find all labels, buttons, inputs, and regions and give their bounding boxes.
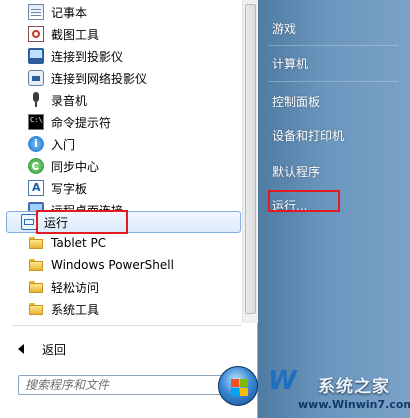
program-label: 轻松访问 — [51, 280, 100, 295]
scrollbar-thumb[interactable] — [245, 4, 256, 314]
back-arrow-icon — [18, 344, 24, 354]
program-label: 连接到网络投影仪 — [51, 71, 148, 86]
program-folder-windows-powershell[interactable]: Windows PowerShell — [14, 254, 240, 276]
program-label: Tablet PC — [51, 236, 107, 250]
back-label: 返回 — [42, 342, 67, 357]
left-pane-divider — [12, 325, 242, 326]
program-item-notepad[interactable]: 记事本 — [14, 1, 240, 23]
sync-center-icon — [28, 158, 44, 174]
windows-logo-icon — [240, 379, 248, 387]
run-icon — [21, 214, 37, 230]
program-label: 连接到投影仪 — [51, 49, 124, 64]
right-pane-divider — [268, 45, 398, 46]
program-item-network-projector[interactable]: 连接到网络投影仪 — [14, 67, 240, 89]
wordpad-icon — [28, 180, 44, 196]
program-item-sync-center[interactable]: 同步中心 — [14, 155, 240, 177]
network-projector-icon — [28, 70, 44, 86]
right-pane-divider — [268, 81, 398, 82]
watermark-url: www.Winwin7.com — [298, 398, 410, 411]
projector-icon — [28, 48, 44, 64]
windows-logo-icon — [240, 388, 248, 396]
program-folder-tablet-pc[interactable]: Tablet PC — [14, 232, 240, 254]
command-prompt-icon — [28, 114, 44, 130]
program-item-command-prompt[interactable]: 命令提示符 — [14, 111, 240, 133]
start-menu-right-pane: 游戏 计算机 控制面板 设备和打印机 默认程序 运行... — [258, 0, 410, 418]
program-item-snipping-tool[interactable]: 截图工具 — [14, 23, 240, 45]
program-list-scrollbar[interactable] — [242, 0, 258, 323]
program-label: 命令提示符 — [51, 115, 112, 130]
watermark-site-name: 系统之家 — [318, 377, 390, 397]
notepad-icon — [28, 4, 44, 20]
start-button[interactable] — [218, 366, 258, 406]
program-item-sound-recorder[interactable]: 录音机 — [14, 89, 240, 111]
folder-icon — [28, 235, 44, 251]
program-item-getting-started[interactable]: 入门 — [14, 133, 240, 155]
site-watermark: W 系统之家 www.Winwin7.com — [266, 362, 410, 416]
program-label: 系统工具 — [51, 302, 100, 317]
right-link-games[interactable]: 游戏 — [272, 20, 296, 37]
folder-icon — [28, 257, 44, 273]
microphone-icon — [28, 92, 44, 108]
program-label: 同步中心 — [51, 159, 100, 174]
right-link-control-panel[interactable]: 控制面板 — [272, 93, 320, 110]
right-link-default-programs[interactable]: 默认程序 — [272, 163, 320, 180]
program-label: Windows PowerShell — [51, 258, 174, 272]
program-label: 截图工具 — [51, 27, 100, 42]
program-folder-system-tools[interactable]: 系统工具 — [14, 298, 240, 320]
windows-logo-icon — [231, 388, 239, 396]
folder-icon — [28, 301, 44, 317]
program-item-projector[interactable]: 连接到投影仪 — [14, 45, 240, 67]
highlight-box-run-item — [36, 210, 128, 234]
snipping-tool-icon — [28, 26, 44, 42]
program-item-wordpad[interactable]: 写字板 — [14, 177, 240, 199]
getting-started-icon — [28, 136, 44, 152]
program-label: 记事本 — [51, 5, 88, 20]
watermark-logo: W — [268, 366, 297, 396]
program-label: 入门 — [51, 137, 76, 152]
program-label: 写字板 — [51, 181, 88, 196]
start-menu-left-pane: 记事本 截图工具 连接到投影仪 连接到网络投影仪 录音机 命令提示符 入门 同 — [0, 0, 258, 418]
right-link-computer[interactable]: 计算机 — [272, 55, 308, 72]
right-link-devices-printers[interactable]: 设备和打印机 — [272, 127, 344, 144]
search-input[interactable] — [18, 375, 240, 395]
program-folder-ease-of-access[interactable]: 轻松访问 — [14, 276, 240, 298]
program-label: 录音机 — [51, 93, 88, 108]
back-button[interactable]: 返回 — [14, 338, 134, 360]
windows-logo-icon — [231, 379, 239, 387]
folder-icon — [28, 279, 44, 295]
highlight-box-run-link — [268, 190, 340, 212]
